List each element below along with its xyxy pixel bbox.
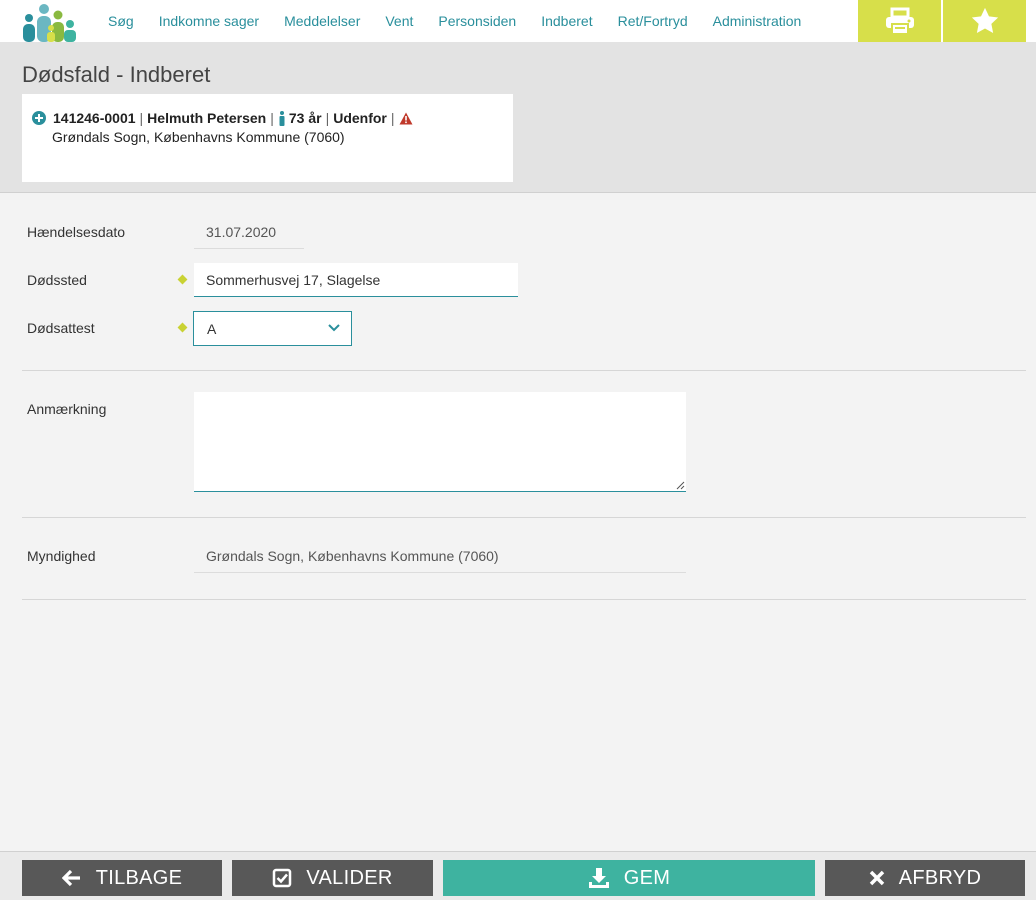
required-indicator <box>177 274 188 285</box>
nav-item-indkomne-sager[interactable]: Indkomne sager <box>159 13 259 29</box>
arrow-left-icon <box>61 869 80 887</box>
event-date-value: 31.07.2020 <box>194 224 304 249</box>
plus-circle-icon[interactable] <box>32 111 46 125</box>
star-icon <box>971 7 998 33</box>
main-nav: Søg Indkomne sager Meddelelser Vent Pers… <box>108 0 826 42</box>
person-name: Helmuth Petersen <box>147 110 267 126</box>
cancel-button-label: AFBRYD <box>898 866 982 889</box>
close-icon <box>869 870 884 886</box>
nav-item-soeg[interactable]: Søg <box>108 13 134 29</box>
validate-button-label: VALIDER <box>306 866 393 889</box>
event-date-label: Hændelsesdato <box>27 224 126 240</box>
death-place-input[interactable]: Sommerhusvej 17, Slagelse <box>194 263 518 297</box>
separator: | <box>390 110 395 126</box>
checkbox-check-icon <box>273 868 292 888</box>
authority-label: Myndighed <box>27 548 96 564</box>
person-age: 73 år <box>288 110 322 126</box>
back-button-label: TILBAGE <box>95 866 183 889</box>
page-header: Dødsfald - Indberet 141246-0001 | Helmut… <box>0 42 1036 193</box>
death-place-label: Dødssted <box>27 272 87 288</box>
warning-icon[interactable] <box>399 112 413 125</box>
required-indicator <box>177 322 188 333</box>
resize-handle-icon[interactable] <box>676 481 685 490</box>
validate-button[interactable]: VALIDER <box>232 860 433 896</box>
page-title: Dødsfald - Indberet <box>22 62 211 87</box>
back-button[interactable]: TILBAGE <box>22 860 222 896</box>
person-cpr: 141246-0001 <box>53 110 136 126</box>
print-button[interactable] <box>858 0 941 42</box>
cancel-button[interactable]: AFBRYD <box>825 860 1025 896</box>
person-location: Grøndals Sogn, Københavns Kommune (7060) <box>52 129 345 145</box>
favorite-button[interactable] <box>943 0 1026 42</box>
person-summary: 141246-0001 | Helmuth Petersen | 73 år |… <box>32 110 413 126</box>
section-divider <box>22 370 1026 371</box>
download-icon <box>588 868 609 888</box>
nav-item-meddelelser[interactable]: Meddelelser <box>284 13 360 29</box>
certificate-label: Dødsattest <box>27 320 95 336</box>
separator: | <box>139 110 144 126</box>
person-icon <box>279 110 285 126</box>
save-button-label: GEM <box>623 866 671 889</box>
printer-icon <box>885 7 914 35</box>
separator: | <box>270 110 274 126</box>
certificate-select-value: A <box>207 320 217 337</box>
nav-item-administration[interactable]: Administration <box>713 13 802 29</box>
nav-item-personsiden[interactable]: Personsiden <box>438 13 516 29</box>
nav-item-ret-fortryd[interactable]: Ret/Fortryd <box>618 13 688 29</box>
remark-label: Anmærkning <box>27 401 107 417</box>
chevron-down-icon <box>328 324 340 332</box>
section-divider <box>22 599 1026 600</box>
authority-value: Grøndals Sogn, Københavns Kommune (7060) <box>194 548 686 573</box>
save-button[interactable]: GEM <box>443 860 815 896</box>
remark-textarea[interactable] <box>194 392 686 492</box>
person-card: 141246-0001 | Helmuth Petersen | 73 år |… <box>22 94 513 182</box>
top-navigation-bar: Søg Indkomne sager Meddelelser Vent Pers… <box>0 0 1036 42</box>
app-logo[interactable] <box>20 0 80 42</box>
person-status: Udenfor <box>333 110 387 126</box>
certificate-select[interactable]: A <box>193 311 352 346</box>
section-divider <box>22 517 1026 518</box>
separator: | <box>325 110 330 126</box>
nav-item-indberet[interactable]: Indberet <box>541 13 592 29</box>
nav-item-vent[interactable]: Vent <box>385 13 413 29</box>
footer-action-bar: TILBAGE VALIDER GEM AFBRYD <box>0 851 1036 900</box>
